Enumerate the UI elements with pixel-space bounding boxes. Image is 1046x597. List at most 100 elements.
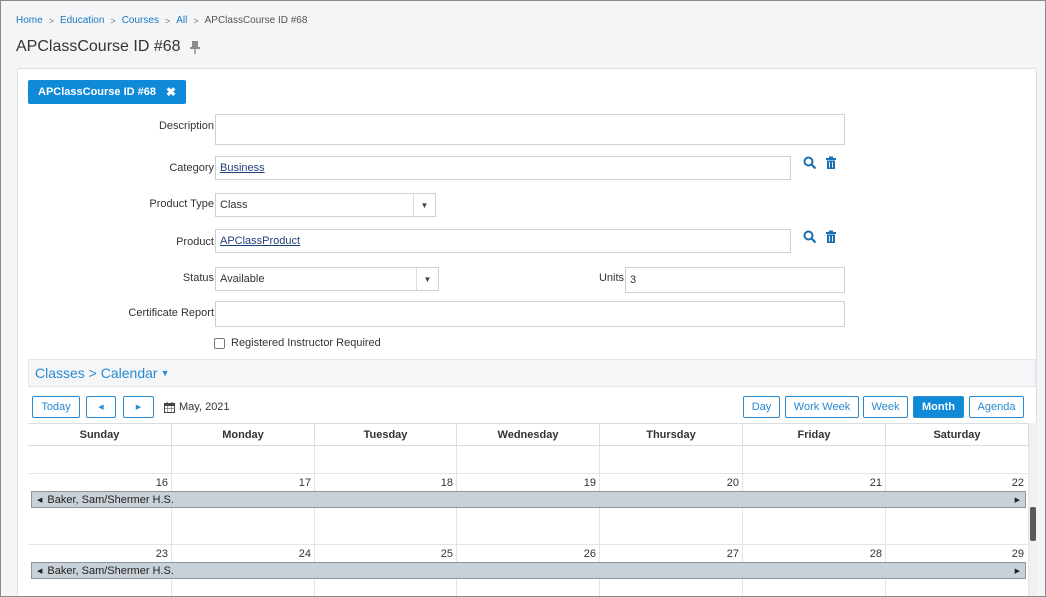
day-header: Tuesday — [315, 424, 457, 446]
date-number[interactable]: 25 — [313, 548, 453, 560]
category-label: Category — [169, 162, 214, 174]
calendar-event[interactable]: ◀ Baker, Sam/Shermer H.S. ▶ — [31, 562, 1026, 579]
units-label: Units — [598, 272, 624, 284]
search-icon[interactable] — [803, 230, 817, 244]
day-cell[interactable] — [886, 446, 1029, 474]
calendar-event[interactable]: ◀ Baker, Sam/Shermer H.S. ▶ — [31, 491, 1026, 508]
description-field[interactable] — [215, 114, 845, 145]
date-number[interactable]: 24 — [171, 548, 311, 560]
classes-calendar-title[interactable]: Classes > Calendar — [35, 365, 158, 381]
breadcrumb-all[interactable]: All — [176, 15, 187, 26]
date-number[interactable]: 18 — [313, 477, 453, 489]
registered-instructor-checkbox[interactable] — [214, 337, 225, 349]
day-header: Wednesday — [457, 424, 600, 446]
trash-icon[interactable] — [824, 156, 838, 170]
product-type-label: Product Type — [149, 198, 214, 210]
certificate-report-label: Certificate Report — [128, 307, 214, 319]
month-calendar: Sunday Monday Tuesday Wednesday Thursday… — [28, 423, 1029, 596]
event-title: Baker, Sam/Shermer H.S. — [47, 493, 174, 506]
breadcrumb-courses[interactable]: Courses — [122, 15, 159, 26]
classes-calendar-header[interactable]: Classes > Calendar ▼ — [28, 359, 1036, 387]
view-week-button[interactable]: Week — [863, 396, 908, 418]
close-icon[interactable]: ✖ — [166, 85, 176, 99]
event-title: Baker, Sam/Shermer H.S. — [47, 564, 174, 577]
chevron-right-icon: > — [110, 15, 116, 26]
view-month-button[interactable]: Month — [913, 396, 964, 418]
breadcrumb-education[interactable]: Education — [60, 15, 104, 26]
day-cell[interactable] — [600, 446, 743, 474]
registered-instructor-row[interactable]: Registered Instructor Required — [214, 337, 381, 349]
caret-right-icon: ▶ — [135, 404, 142, 411]
breadcrumb: Home > Education > Courses > All > APCla… — [16, 15, 307, 26]
record-tab-label: APClassCourse ID #68 — [38, 86, 156, 98]
product-type-value: Class — [220, 199, 248, 211]
calendar-toolbar: Today ◀ ▶ May, 2021 Day Work Week Week M… — [28, 391, 1036, 423]
calendar-icon — [164, 401, 175, 413]
view-work-week-button[interactable]: Work Week — [785, 396, 859, 418]
date-number[interactable]: 21 — [742, 477, 882, 489]
category-field[interactable]: Business — [215, 156, 791, 180]
date-number[interactable]: 17 — [171, 477, 311, 489]
date-number[interactable]: 16 — [28, 477, 168, 489]
scrollbar-thumb[interactable] — [1030, 507, 1036, 541]
day-header: Sunday — [28, 424, 172, 446]
product-type-select[interactable]: Class ▼ — [215, 193, 436, 217]
caret-left-icon: ◀ — [98, 404, 104, 411]
record-panel: APClassCourse ID #68 ✖ Description Categ… — [17, 68, 1037, 596]
caret-right-icon: ▶ — [1014, 567, 1020, 575]
day-cell[interactable] — [457, 446, 600, 474]
day-cell[interactable] — [28, 446, 172, 474]
product-field[interactable]: APClassProduct — [215, 229, 791, 253]
page-title: APClassCourse ID #68 — [16, 38, 201, 56]
product-label: Product — [176, 236, 214, 248]
date-number[interactable]: 28 — [742, 548, 882, 560]
certificate-report-field[interactable] — [215, 301, 845, 327]
date-number[interactable]: 26 — [456, 548, 596, 560]
day-cell[interactable] — [315, 446, 457, 474]
app-frame: Home > Education > Courses > All > APCla… — [0, 0, 1046, 597]
date-number[interactable]: 20 — [599, 477, 739, 489]
day-header: Friday — [743, 424, 886, 446]
chevron-right-icon: > — [48, 15, 54, 26]
status-label: Status — [182, 272, 214, 284]
breadcrumb-home[interactable]: Home — [16, 15, 43, 26]
caret-right-icon: ▶ — [1014, 496, 1020, 504]
date-number[interactable]: 29 — [884, 548, 1024, 560]
view-day-button[interactable]: Day — [743, 396, 780, 418]
search-icon[interactable] — [803, 156, 817, 170]
caret-left-icon: ◀ — [37, 496, 43, 504]
day-cell[interactable] — [172, 446, 315, 474]
view-agenda-button[interactable]: Agenda — [969, 396, 1024, 418]
units-field[interactable]: 3 — [625, 267, 845, 293]
date-number[interactable]: 22 — [884, 477, 1024, 489]
today-button[interactable]: Today — [32, 396, 80, 418]
day-cell[interactable] — [743, 446, 886, 474]
page-title-text: APClassCourse ID #68 — [16, 38, 181, 55]
date-number[interactable]: 23 — [28, 548, 168, 560]
breadcrumb-current: APClassCourse ID #68 — [204, 15, 308, 26]
day-header: Monday — [172, 424, 315, 446]
calendar-scrollbar[interactable] — [1029, 423, 1037, 596]
current-date: May, 2021 — [164, 401, 230, 413]
record-tab[interactable]: APClassCourse ID #68 ✖ — [28, 80, 187, 104]
description-label: Description — [158, 120, 214, 132]
current-date-text: May, 2021 — [179, 401, 230, 413]
next-button[interactable]: ▶ — [123, 396, 154, 418]
status-value: Available — [220, 273, 265, 285]
day-header: Saturday — [886, 424, 1029, 446]
day-header: Thursday — [600, 424, 743, 446]
prev-button[interactable]: ◀ — [86, 396, 116, 418]
chevron-right-icon: > — [164, 15, 171, 26]
date-number[interactable]: 19 — [456, 477, 596, 489]
category-value[interactable]: Business — [220, 162, 265, 174]
caret-down-icon[interactable]: ▼ — [161, 368, 170, 378]
chevron-down-icon[interactable]: ▼ — [413, 194, 435, 216]
registered-instructor-label: Registered Instructor Required — [231, 337, 381, 349]
product-value[interactable]: APClassProduct — [220, 235, 300, 247]
pin-icon[interactable] — [189, 40, 201, 54]
chevron-right-icon: > — [193, 15, 199, 26]
date-number[interactable]: 27 — [599, 548, 739, 560]
caret-left-icon: ◀ — [37, 567, 43, 575]
trash-icon[interactable] — [824, 230, 838, 244]
status-select[interactable]: Available ▼ — [215, 267, 439, 291]
